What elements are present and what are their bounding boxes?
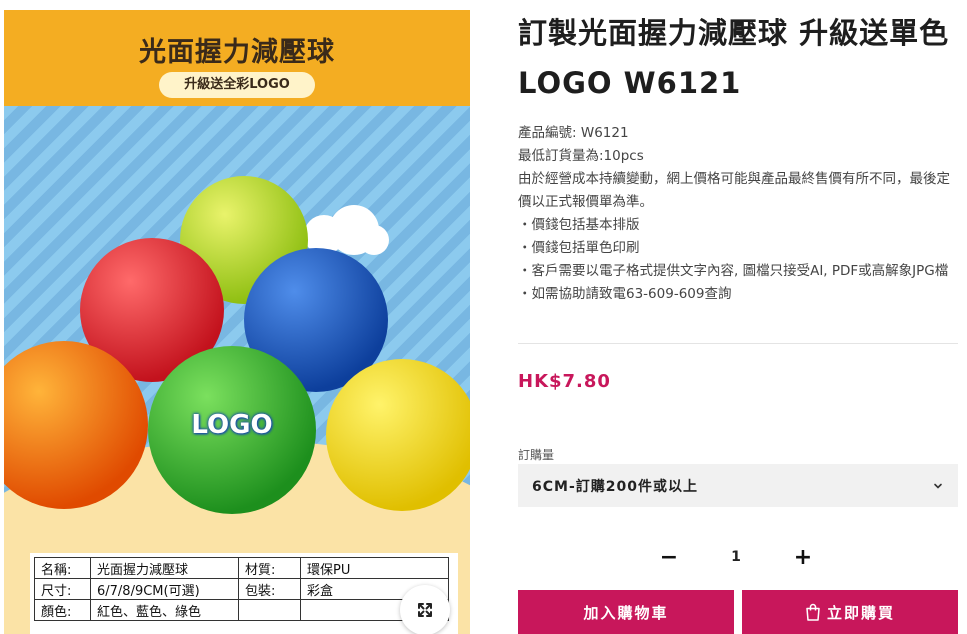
expand-arrows-icon: [418, 603, 432, 617]
spec-row: 尺寸: 6/7/8/9CM(可選) 包裝: 彩盒: [34, 578, 449, 600]
spec-table: 名稱: 光面握力減壓球 材質: 環保PU 尺寸: 6/7/8/9CM(可選) 包…: [34, 557, 449, 621]
spec-row: 名稱: 光面握力減壓球 材質: 環保PU: [34, 557, 449, 579]
note-item: ・客戶需要以電子格式提供文字內容, 圖檔只接受AI, PDF或高解象JPG檔: [518, 263, 949, 279]
product-image[interactable]: LOGO 光面握力減壓球 升級送全彩LOGO 名稱: 光面握力減壓球 材質: 環…: [4, 10, 470, 634]
shopping-bag-icon: [806, 603, 820, 621]
minimum-order: 最低訂貨量為:10pcs: [518, 148, 644, 164]
quantity-input[interactable]: [706, 542, 766, 572]
spec-key: 名稱:: [34, 557, 91, 579]
price-disclaimer: 由於經營成本持續變動，網上價格可能與產品最終售價有所不同，最後定價以正式報價單為…: [518, 171, 950, 210]
note-item: ・價錢包括單色印刷: [518, 240, 640, 256]
add-to-cart-label: 加入購物車: [583, 603, 669, 622]
spec-key: [238, 599, 301, 621]
spec-value: 紅色、藍色、綠色: [90, 599, 239, 621]
product-code: 產品編號: W6121: [518, 125, 629, 141]
quantity-stepper: − +: [651, 540, 821, 574]
product-description: 產品編號: W6121 最低訂貨量為:10pcs 由於經營成本持續變動，網上價格…: [518, 122, 958, 306]
buy-now-button[interactable]: 立即購買: [742, 590, 958, 634]
product-page: LOGO 光面握力減壓球 升級送全彩LOGO 名稱: 光面握力減壓球 材質: 環…: [0, 0, 967, 634]
spec-value: 光面握力減壓球: [90, 557, 239, 579]
spec-key: 尺寸:: [34, 578, 91, 600]
quantity-option-label: 訂購量: [518, 448, 555, 462]
image-title: 光面握力減壓球: [139, 37, 335, 68]
quantity-option-value: 6CM-訂購200件或以上: [532, 478, 698, 495]
decrease-quantity-button[interactable]: −: [651, 540, 687, 574]
chevron-down-icon: [934, 483, 942, 489]
increase-quantity-button[interactable]: +: [785, 540, 821, 574]
zoom-image-button[interactable]: [400, 585, 450, 634]
note-item: ・價錢包括基本排版: [518, 217, 640, 233]
quantity-option-select[interactable]: 6CM-訂購200件或以上: [518, 464, 958, 507]
add-to-cart-button[interactable]: 加入購物車: [518, 590, 734, 634]
note-item: ・如需協助請致電63-609-609查詢: [518, 286, 732, 302]
spec-value: 6/7/8/9CM(可選): [90, 578, 239, 600]
image-subtitle-badge: 升級送全彩LOGO: [159, 72, 315, 98]
divider: [518, 343, 958, 344]
spec-key: 材質:: [238, 557, 301, 579]
product-price: HK$7.80: [518, 371, 611, 392]
product-title: 訂製光面握力減壓球 升級送單色LOGO W6121: [518, 16, 950, 100]
spec-row: 顏色: 紅色、藍色、綠色: [34, 599, 449, 621]
spec-key: 顏色:: [34, 599, 91, 621]
spec-value: 環保PU: [300, 557, 449, 579]
buy-now-label: 立即購買: [826, 603, 895, 622]
ball-logo-text: LOGO: [191, 410, 273, 440]
spec-key: 包裝:: [238, 578, 301, 600]
